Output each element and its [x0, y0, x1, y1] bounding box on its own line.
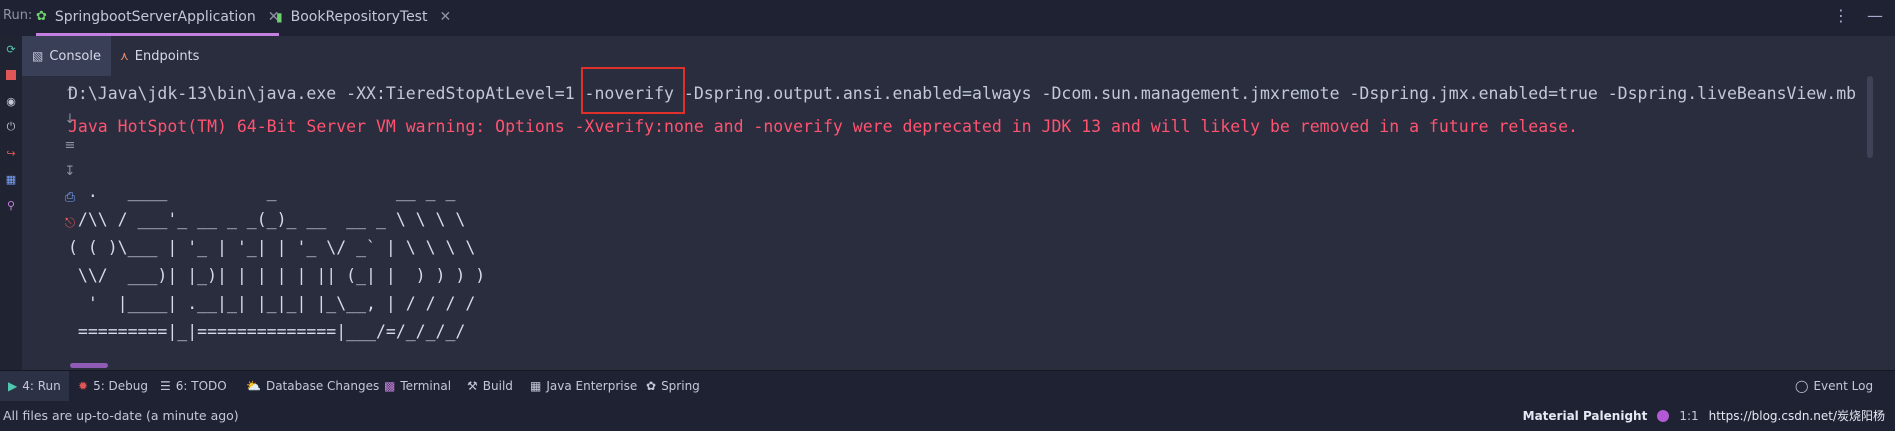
run-label: Run:	[3, 8, 33, 23]
ascii-banner-line: ( ( )\___ | '_ | '_| | '_ \/ _` | \ \ \ …	[68, 238, 476, 257]
tool-label: Terminal	[400, 379, 452, 393]
tab-label: BookRepositoryTest	[290, 9, 428, 25]
run-toolwindow-header: Run: ✿ SpringbootServerApplication ✕ ▮ B…	[0, 0, 1895, 37]
tool-label: Spring	[661, 379, 700, 393]
tool-build[interactable]: ⚒ Build	[467, 371, 513, 401]
toolwindow-actions: ⋮ —	[1833, 6, 1883, 25]
tool-todo[interactable]: ☰ 6: TODO	[160, 371, 227, 401]
tool-java-enterprise[interactable]: ▦ Java Enterprise	[530, 371, 637, 401]
build-icon: ⚒	[467, 379, 478, 393]
spring-run-icon: ✿	[36, 9, 47, 24]
tab-label: Endpoints	[134, 48, 200, 64]
layout-icon[interactable]: ▦	[3, 172, 19, 186]
theme-name[interactable]: Material Palenight	[1523, 409, 1648, 423]
ascii-banner-line: /\\ / ___'_ __ _ _(_)_ __ __ _ \ \ \ \	[68, 210, 466, 229]
tool-label: Event Log	[1813, 379, 1874, 393]
camera-icon[interactable]: ◉	[3, 94, 19, 108]
debug-plug-icon[interactable]: ⏻	[3, 120, 19, 134]
pin-icon[interactable]: ⚲	[3, 198, 19, 212]
status-right-widgets: Material Palenight 1:1 https://blog.csdn…	[1523, 407, 1885, 424]
tool-label: Database Changes	[265, 379, 380, 393]
java-enterprise-icon: ▦	[530, 379, 542, 393]
theme-color-icon	[1657, 409, 1670, 422]
run-icon: ▶	[8, 379, 18, 393]
tool-terminal[interactable]: ▩ Terminal	[384, 371, 451, 401]
tool-label: 6: TODO	[175, 379, 227, 393]
spring-icon: ✿	[646, 379, 657, 393]
close-icon[interactable]: ✕	[439, 9, 451, 25]
ascii-banner-line: ' |____| .__|_| |_|_| |_\__, | / / / /	[68, 294, 476, 313]
ascii-banner-line: \\/ ___)| |_)| | | | | || (_| | ) ) ) )	[68, 266, 486, 285]
run-actions-sidebar: ⟳ ◉ ⏻ ↪ ▦ ⚲	[0, 36, 22, 370]
status-bar: All files are up-to-date (a minute ago) …	[0, 401, 1895, 431]
stop-icon[interactable]	[3, 68, 19, 82]
tool-debug[interactable]: ✹ 5: Debug	[78, 371, 148, 401]
tool-event-log[interactable]: ◯ Event Log	[1795, 371, 1873, 401]
horizontal-scrollbar[interactable]	[70, 363, 108, 368]
tool-window-bar: ▶ 4: Run ✹ 5: Debug ☰ 6: TODO ⛅ Database…	[0, 370, 1895, 401]
ascii-banner-line: =========|_|==============|___/=/_/_/_/	[68, 322, 466, 341]
console-subtabs: ▧ Console ⋏ Endpoints	[22, 36, 1895, 76]
event-log-icon: ◯	[1795, 379, 1809, 393]
tab-label: Console	[49, 48, 101, 64]
tool-label: 5: Debug	[93, 379, 149, 393]
terminal-icon: ▩	[384, 379, 396, 393]
tab-console[interactable]: ▧ Console	[22, 36, 111, 76]
tab-endpoints[interactable]: ⋏ Endpoints	[110, 36, 209, 76]
database-icon: ⛅	[246, 379, 261, 393]
console-warning-line: Java HotSpot(TM) 64-Bit Server VM warnin…	[68, 117, 1578, 136]
tool-run[interactable]: ▶ 4: Run	[0, 371, 69, 401]
tab-label: SpringbootServerApplication	[54, 8, 256, 25]
ascii-banner-line: . ____ _ __ _ _	[68, 182, 456, 201]
noverify-highlight-box	[581, 67, 685, 114]
tool-label: Java Enterprise	[546, 379, 638, 393]
caret-position[interactable]: 1:1	[1679, 409, 1698, 423]
console-icon: ▧	[32, 49, 44, 63]
console-output[interactable]: D:\Java\jdk-13\bin\java.exe -XX:TieredSt…	[68, 76, 1868, 370]
tool-database-changes[interactable]: ⛅ Database Changes	[246, 371, 379, 401]
tab-springboot-server-application[interactable]: ✿ SpringbootServerApplication ✕	[36, 0, 280, 36]
rerun-icon[interactable]: ⟳	[3, 42, 19, 56]
watermark: https://blog.csdn.net/炭烧阳杨	[1708, 409, 1885, 423]
status-message: All files are up-to-date (a minute ago)	[3, 408, 239, 423]
test-class-icon: ▮	[276, 10, 283, 24]
tool-label: Build	[482, 379, 513, 393]
minimize-icon[interactable]: —	[1867, 6, 1883, 25]
exit-icon[interactable]: ↪	[3, 146, 19, 160]
debug-icon: ✹	[78, 379, 89, 393]
tool-spring[interactable]: ✿ Spring	[646, 371, 700, 401]
tool-label: 4: Run	[22, 379, 61, 393]
console-command-line: D:\Java\jdk-13\bin\java.exe -XX:TieredSt…	[68, 84, 1857, 103]
more-options-icon[interactable]: ⋮	[1833, 6, 1849, 25]
vertical-scrollbar[interactable]	[1867, 76, 1873, 158]
tab-book-repository-test[interactable]: ▮ BookRepositoryTest ✕	[276, 0, 451, 34]
todo-icon: ☰	[160, 379, 171, 393]
endpoints-icon: ⋏	[120, 49, 129, 63]
